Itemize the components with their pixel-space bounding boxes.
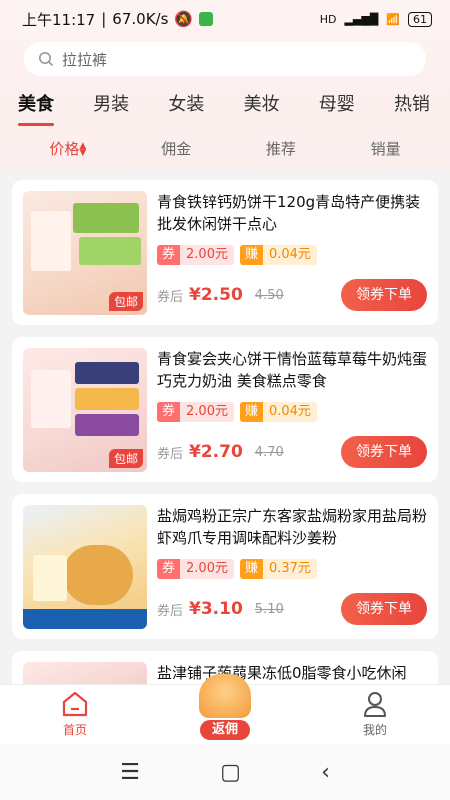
tab-muying[interactable]: 母婴 <box>319 90 355 126</box>
battery-icon: 61 <box>408 11 432 27</box>
coupon-tag: 券 2.00元 <box>157 245 234 265</box>
signal-icon: ▂▄▆█ <box>344 12 379 26</box>
get-coupon-button[interactable]: 领券下单 <box>341 593 427 625</box>
product-card[interactable]: 包邮 青食宴会夹心饼干情怡蓝莓草莓牛奶炖蛋巧克力奶油 美食糕点零食 券 2.00元… <box>12 337 438 482</box>
earn-tag: 赚 0.04元 <box>239 245 317 265</box>
category-tabs: 美食 男装 女装 美妆 母婴 热销 <box>0 76 450 126</box>
after-coupon-label: 券后 <box>157 289 184 305</box>
get-coupon-button[interactable]: 领券下单 <box>341 279 427 311</box>
home-icon <box>62 691 88 717</box>
product-image <box>23 505 147 629</box>
price: ¥2.50 <box>189 285 243 305</box>
tab-meizhuang[interactable]: 美妆 <box>244 90 280 126</box>
top-area: 上午11:17 | 67.0K/s 🔕 HD ▂▄▆█ 📶 61 拉拉裤 美食 … <box>0 0 450 175</box>
system-nav-bar: ☰ ▢ ‹ <box>0 744 450 800</box>
get-coupon-button[interactable]: 领券下单 <box>341 436 427 468</box>
wechat-icon <box>199 12 214 26</box>
product-title[interactable]: 盐津铺子蒟蒻果冻低0脂零食小吃休闲 <box>157 662 427 684</box>
tab-rexiao[interactable]: 热销 <box>394 90 430 126</box>
tab-mine[interactable]: 我的 <box>335 690 415 738</box>
network-label: HD <box>319 12 337 26</box>
coupon-tag: 券 2.00元 <box>157 559 234 579</box>
sort-sales[interactable]: 销量 <box>371 138 401 159</box>
sort-commission[interactable]: 佣金 <box>161 138 191 159</box>
product-list[interactable]: 包邮 青食铁锌钙奶饼干120g青岛特产便携装批发休闲饼干点心 券 2.00元 赚0… <box>0 170 450 684</box>
product-title[interactable]: 青食铁锌钙奶饼干120g青岛特产便携装批发休闲饼干点心 <box>157 191 427 235</box>
price: ¥3.10 <box>189 599 243 619</box>
free-shipping-badge: 包邮 <box>108 449 143 468</box>
search-icon <box>39 52 54 67</box>
sort-price[interactable]: 价格▲ ▼ <box>49 138 86 159</box>
product-title[interactable]: 青食宴会夹心饼干情怡蓝莓草莓牛奶炖蛋巧克力奶油 美食糕点零食 <box>157 348 427 392</box>
product-card[interactable]: 盐焗鸡粉正宗广东客家盐焗粉家用盐局粉虾鸡爪专用调味配料沙姜粉 券 2.00元 赚0… <box>12 494 438 639</box>
sort-bar: 价格▲ ▼ 佣金 推荐 销量 <box>0 126 450 169</box>
product-image: 包邮 <box>23 348 147 472</box>
after-coupon-label: 券后 <box>157 446 184 462</box>
sort-recommend[interactable]: 推荐 <box>266 138 296 159</box>
user-icon <box>364 692 386 717</box>
product-image: 包邮 <box>23 191 147 315</box>
sort-arrows-icon: ▲ ▼ <box>79 140 87 158</box>
tab-home-label: 首页 <box>62 723 87 737</box>
sort-price-label: 价格 <box>49 140 80 158</box>
status-time: 上午11:17 <box>22 10 96 29</box>
original-price: 5.10 <box>254 601 284 617</box>
tab-nvzhuang[interactable]: 女装 <box>168 90 204 126</box>
back-icon[interactable]: ‹ <box>321 760 330 785</box>
search-input[interactable]: 拉拉裤 <box>24 42 426 76</box>
original-price: 4.50 <box>254 287 284 303</box>
search-placeholder: 拉拉裤 <box>62 50 108 69</box>
tiger-mascot-icon[interactable] <box>199 674 251 718</box>
earn-tag: 赚 0.37元 <box>239 559 317 579</box>
status-bar: 上午11:17 | 67.0K/s 🔕 HD ▂▄▆█ 📶 61 <box>0 0 450 38</box>
free-shipping-badge: 包邮 <box>108 292 143 311</box>
tab-rebate[interactable]: 返佣 <box>200 720 250 740</box>
after-coupon-label: 券后 <box>157 603 184 619</box>
status-speed: 67.0K/s <box>112 10 169 28</box>
tab-mine-label: 我的 <box>362 723 387 737</box>
earn-tag: 赚 0.04元 <box>239 402 317 422</box>
price: ¥2.70 <box>189 442 243 462</box>
mute-icon: 🔕 <box>174 10 194 28</box>
coupon-tag: 券 2.00元 <box>157 402 234 422</box>
tab-nanzhuang[interactable]: 男装 <box>93 90 129 126</box>
wifi-icon: 📶 <box>386 12 400 26</box>
original-price: 4.70 <box>254 444 284 460</box>
tab-home[interactable]: 首页 <box>35 690 115 738</box>
home-square-icon[interactable]: ▢ <box>220 760 241 785</box>
product-card[interactable]: 包邮 青食铁锌钙奶饼干120g青岛特产便携装批发休闲饼干点心 券 2.00元 赚0… <box>12 180 438 325</box>
menu-icon[interactable]: ☰ <box>120 760 140 785</box>
product-title[interactable]: 盐焗鸡粉正宗广东客家盐焗粉家用盐局粉虾鸡爪专用调味配料沙姜粉 <box>157 505 427 549</box>
tab-meishi[interactable]: 美食 <box>18 90 54 126</box>
product-image <box>23 662 147 684</box>
